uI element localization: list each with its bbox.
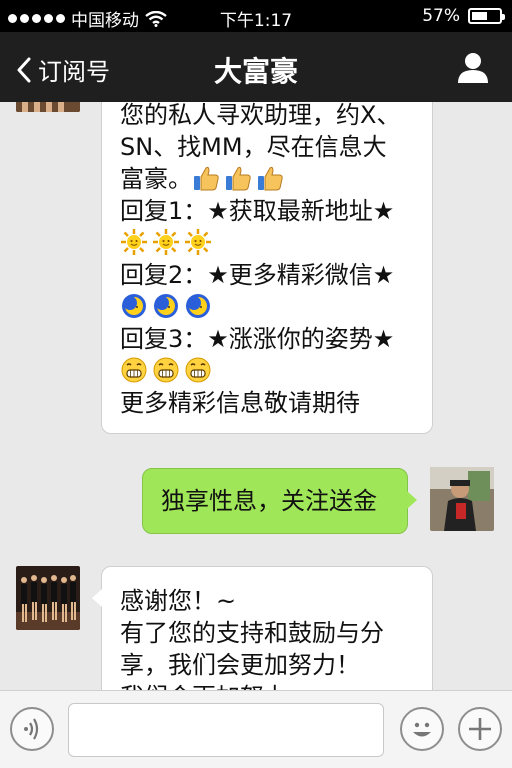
battery-icon — [468, 8, 505, 24]
message-input[interactable] — [68, 703, 384, 757]
sun-icon — [120, 228, 148, 256]
battery-fill — [472, 12, 487, 20]
outgoing-message-text: 独享性息，关注送金 — [161, 487, 377, 515]
sun-icon — [152, 228, 180, 256]
status-bar: 中国移动 下午1:17 57% — [0, 0, 512, 32]
back-button-label: 订阅号 — [38, 58, 110, 86]
person-icon — [458, 53, 488, 83]
bubble-tail — [407, 491, 417, 509]
message-line: 回复1：★获取最新地址★ — [120, 197, 395, 225]
bubble-tail — [92, 589, 102, 607]
message-line: 感谢您！~ — [120, 587, 237, 615]
moon-icon — [184, 292, 212, 320]
message-line: 回复2：★更多精彩微信★ — [120, 261, 395, 289]
grin-icon — [152, 356, 180, 384]
input-bar — [0, 690, 512, 768]
message-text: 富豪。 — [120, 165, 192, 193]
chat-area[interactable]: 您的私人寻欢助理，约X、 SN、找MM，尽在信息大 富豪。 回复1：★获取最新地… — [0, 102, 512, 690]
emoji-button[interactable] — [400, 707, 444, 751]
battery-percentage: 57% — [422, 6, 460, 26]
emoji-row — [120, 227, 432, 259]
back-button[interactable]: 订阅号 — [16, 52, 110, 87]
moon-icon — [120, 292, 148, 320]
emoji-row — [120, 291, 432, 323]
sender-avatar[interactable] — [16, 102, 80, 112]
moon-icon — [152, 292, 180, 320]
incoming-message-bubble[interactable]: 您的私人寻欢助理，约X、 SN、找MM，尽在信息大 富豪。 回复1：★获取最新地… — [101, 102, 433, 434]
emoji-row — [120, 355, 432, 387]
thumbs-up-icon — [256, 164, 284, 192]
profile-button[interactable] — [456, 50, 490, 84]
thumbs-up-icon — [192, 164, 220, 192]
grin-icon — [184, 356, 212, 384]
plus-icon — [469, 718, 491, 740]
message-line: 回复3：★涨涨你的姿势★ — [120, 325, 395, 353]
outgoing-message-bubble[interactable]: 独享性息，关注送金 — [142, 468, 417, 534]
smiley-icon — [413, 722, 431, 737]
incoming-message-bubble[interactable]: 感谢您！~ 有了您的支持和鼓励与分 享，我们会更加努力！ 我们会更加努力 — [92, 566, 433, 690]
sender-avatar[interactable] — [16, 566, 80, 630]
thumbs-up-icon — [224, 164, 252, 192]
navigation-bar: 订阅号 大富豪 — [0, 32, 512, 102]
message-line: 我们会更加努力 — [120, 681, 432, 690]
message-line: 有了您的支持和鼓励与分 — [120, 619, 384, 647]
my-avatar[interactable] — [430, 467, 494, 531]
message-line: 享，我们会更加努力！ — [120, 651, 360, 679]
message-line: SN、找MM，尽在信息大 — [120, 133, 387, 161]
sun-icon — [184, 228, 212, 256]
grin-icon — [120, 356, 148, 384]
message-line: 您的私人寻欢助理，约X、 — [120, 102, 401, 129]
voice-button[interactable] — [10, 707, 54, 751]
more-button[interactable] — [458, 707, 502, 751]
chevron-left-icon — [17, 57, 31, 82]
voice-icon — [24, 718, 39, 740]
message-line-with-emoji: 富豪。 — [120, 163, 432, 195]
message-line: 更多精彩信息敬请期待 — [120, 389, 360, 417]
